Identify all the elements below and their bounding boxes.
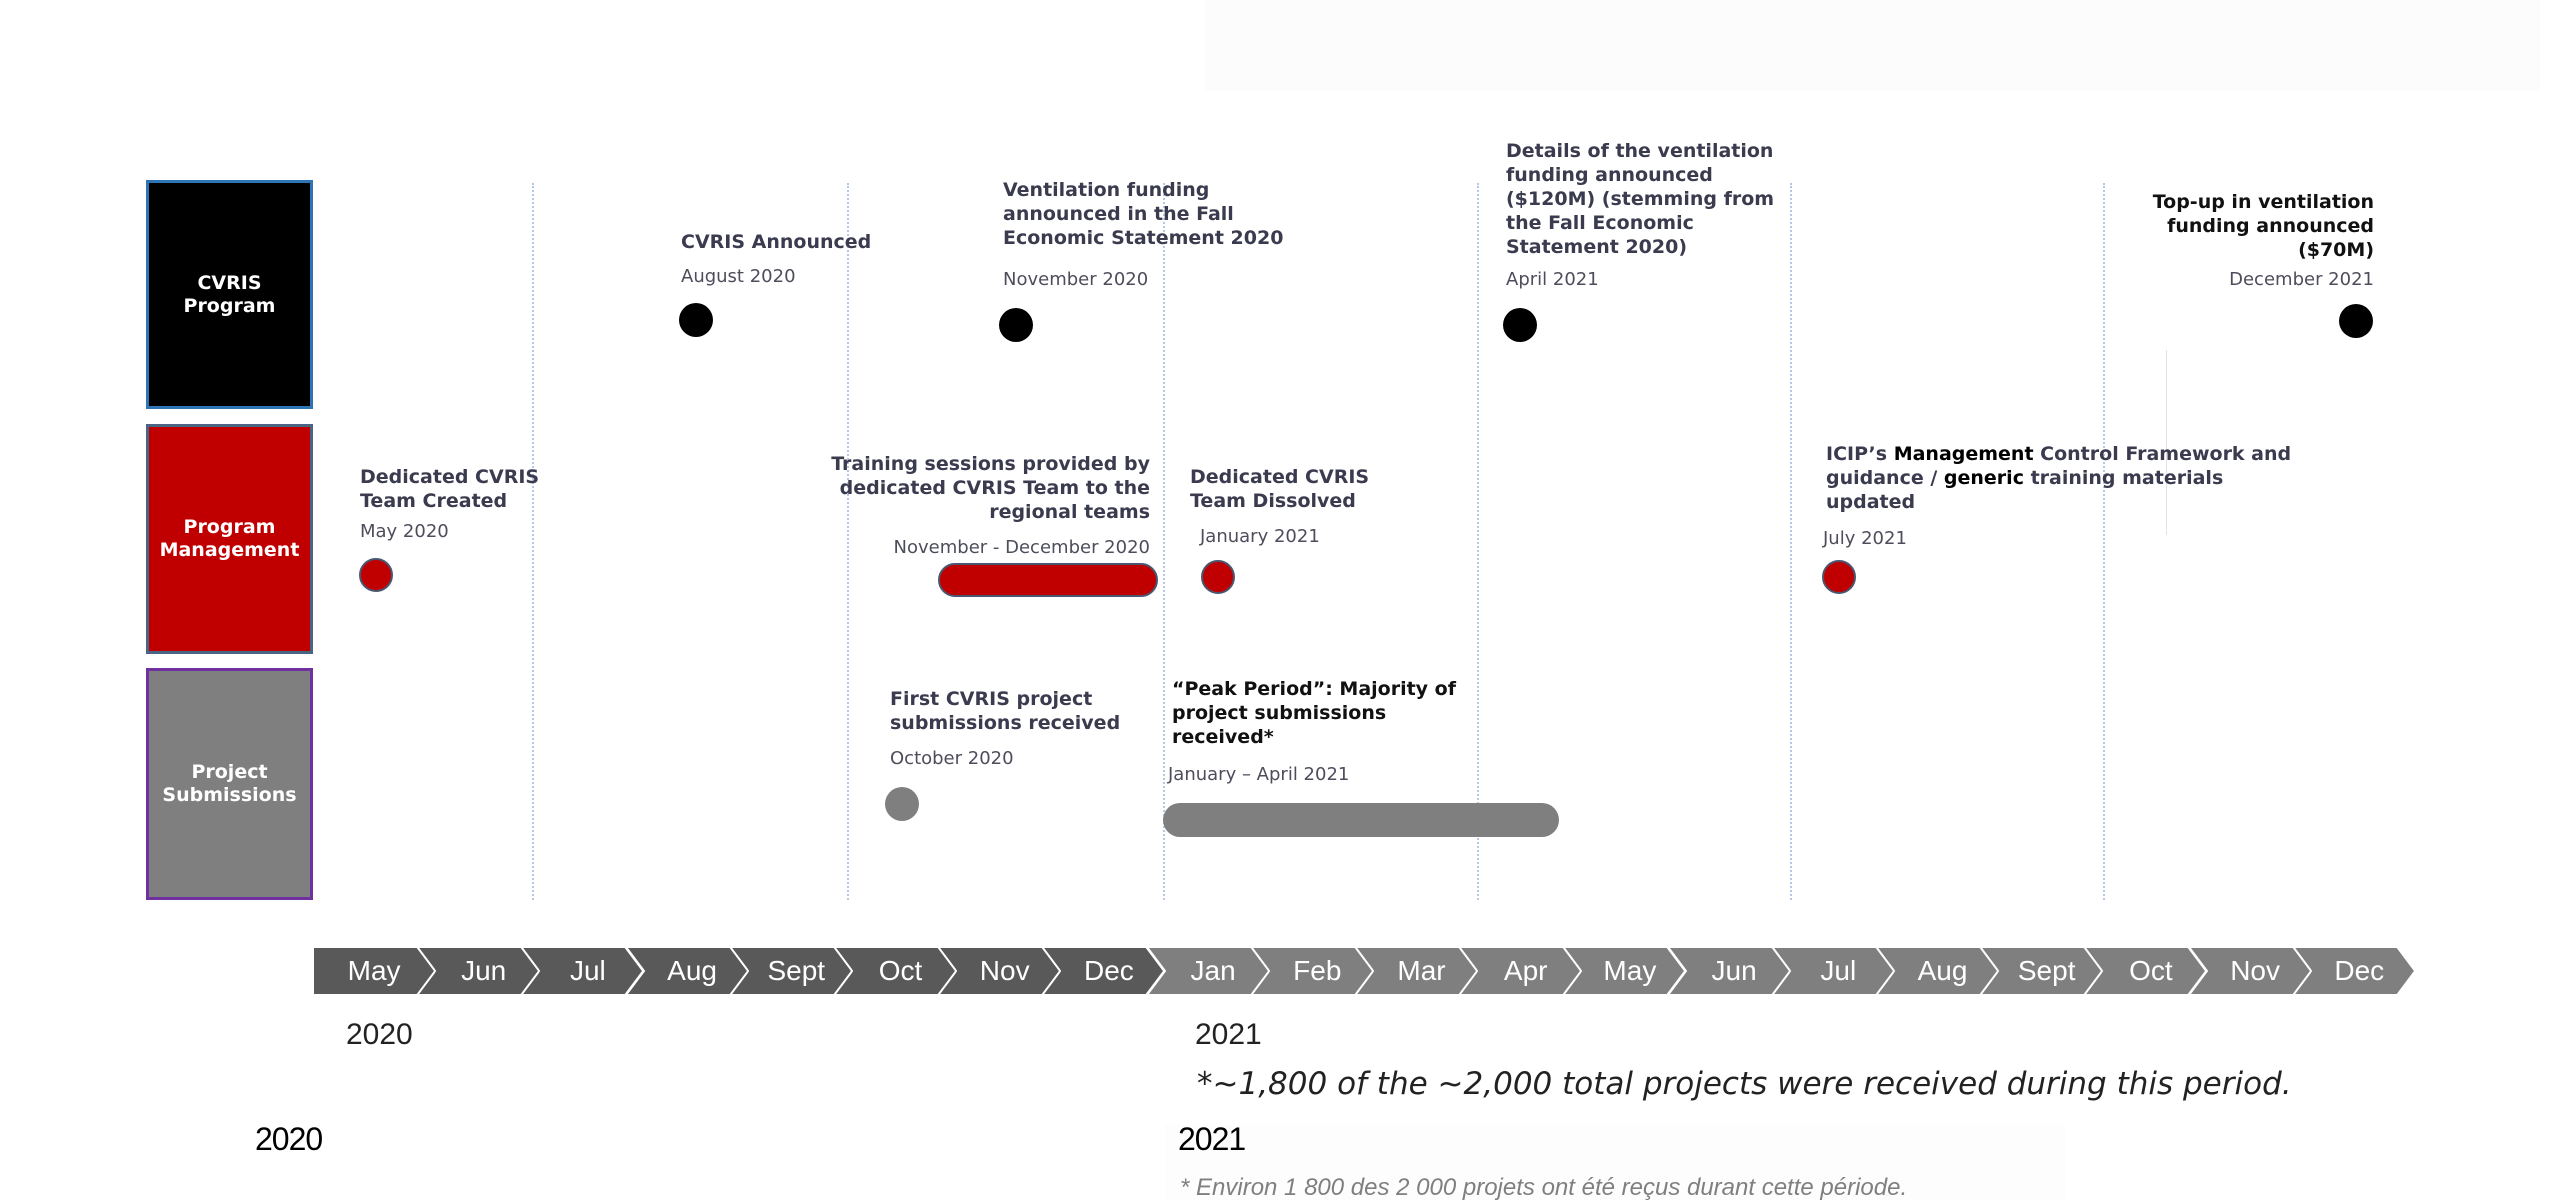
event-date-topup: December 2021 [2229,269,2374,290]
event-date-first-submissions: October 2020 [890,748,1014,769]
event-date-peak-period: January – April 2021 [1168,764,1350,785]
row-label-project-submissions: Project Submissions [146,668,313,900]
quarter-divider [1477,183,1479,900]
footnote-english: *~1,800 of the ~2,000 total projects wer… [1197,1066,2292,1102]
milestone-dot-ventilation-details [1503,308,1537,342]
month-chevron: Oct [2084,947,2207,995]
quarter-divider [1790,183,1792,900]
milestone-dot-cvris-announced [679,303,713,337]
month-label: Sept [2017,955,2076,986]
month-label: Aug [1917,955,1968,986]
month-timeline: May Jun Jul Aug Sept Oct Nov Dec Jan Feb Mar Apr May… [313,947,2415,995]
month-chevron: Jul [1771,947,1894,995]
row-label-line: Submissions [162,784,297,806]
milestone-dot-ventilation-fes [999,308,1033,342]
month-chevron: Apr [1459,947,1582,995]
event-date-team-dissolved: January 2021 [1200,526,1320,547]
event-title-ventilation-fes: Ventilation funding announced in the Fal… [1003,179,1284,249]
event-title-training: Training sessions provided by dedicated … [831,453,1150,523]
event-date-ventilation-fes: November 2020 [1003,269,1149,290]
quarter-divider [2103,183,2105,900]
month-chevron: Dec [1042,947,1165,995]
month-label: Oct [878,955,923,986]
month-chevron: Jun [1667,947,1790,995]
month-label: Jun [1711,955,1757,986]
footnote-french: * Environ 1 800 des 2 000 projets ont ét… [1180,1174,1908,1201]
lower-year-label-2021: 2021 [1178,1121,1246,1157]
event-date-cvris-announced: August 2020 [681,266,796,287]
event-date-training: November - December 2020 [893,537,1150,558]
milestone-dot-topup [2339,304,2373,338]
month-chevron: Dec [2292,947,2415,995]
event-title-first-submissions: First CVRIS project submissions received [890,688,1121,734]
row-label-cvris-program: CVRIS Program [146,180,313,409]
month-label: Jan [1190,955,1236,986]
month-chevron: Nov [2188,947,2311,995]
milestone-dot-first-submissions [885,787,919,821]
month-chevron: Sept [729,947,852,995]
month-label: Apr [1503,955,1548,986]
background-panel [1205,0,2540,90]
month-label: Dec [2334,955,2385,986]
event-title-ventilation-details: Details of the ventilation funding annou… [1506,140,1775,258]
month-label: Mar [1397,955,1446,986]
quarter-divider [847,183,849,900]
event-title-team-dissolved: Dedicated CVRIS Team Dissolved [1190,466,1370,512]
month-chevron: Jul [521,947,644,995]
month-label: Aug [667,955,717,986]
event-title-peak-period: “Peak Period”: Majority of project submi… [1172,678,1456,748]
row-label-line: Management [159,539,300,561]
quarter-divider [1163,183,1165,900]
event-title-team-created: Dedicated CVRIS Team Created [360,466,540,512]
month-label: May [1603,955,1657,986]
year-label-2020: 2020 [346,1018,413,1051]
row-label-line: CVRIS [197,271,262,294]
month-label: Dec [1083,955,1134,986]
month-chevron: Jun [417,947,540,995]
event-date-team-created: May 2020 [360,521,449,542]
month-label: Jul [569,955,606,986]
month-label: Jun [461,955,507,986]
month-label: Feb [1293,955,1342,986]
month-chevron: Aug [1876,947,1999,995]
year-label-2021: 2021 [1195,1018,1262,1051]
month-label: Nov [979,955,1030,986]
month-label: Sept [767,955,826,986]
event-title-icip: ICIP’s Management Control Framework and … [1826,443,2292,513]
milestone-dot-team-created [359,558,393,592]
month-chevron: Jan [1146,947,1269,995]
lower-year-label-2020: 2020 [255,1121,323,1157]
month-chevron: Feb [1250,947,1373,995]
row-label-line: Program [183,294,276,317]
event-title-cvris-announced: CVRIS Announced [681,231,872,253]
month-chevron: Sept [1980,947,2103,995]
row-label-program-management: Program Management [146,424,313,654]
milestone-dot-icip [1822,560,1856,594]
month-label: Nov [2230,955,2280,986]
event-date-ventilation-details: April 2021 [1506,269,1599,290]
row-label-line: Program [183,516,276,538]
month-chevron: Aug [625,947,748,995]
milestone-dot-team-dissolved [1201,560,1235,594]
event-date-icip: July 2021 [1823,528,1907,549]
month-chevron: May [1563,947,1686,995]
month-chevron: Nov [938,947,1061,995]
quarter-divider [532,183,534,900]
month-chevron: Mar [1355,947,1478,995]
month-label: Oct [2129,955,2173,986]
period-bar-training [938,563,1158,597]
month-chevron: May [313,947,436,995]
month-chevron: Oct [834,947,957,995]
event-title-topup: Top-up in ventilation funding announced … [2152,191,2374,261]
row-label-line: Project [191,761,268,783]
period-bar-peak-period [1163,803,1559,837]
month-label: Jul [1820,955,1857,986]
month-label: May [347,955,401,986]
